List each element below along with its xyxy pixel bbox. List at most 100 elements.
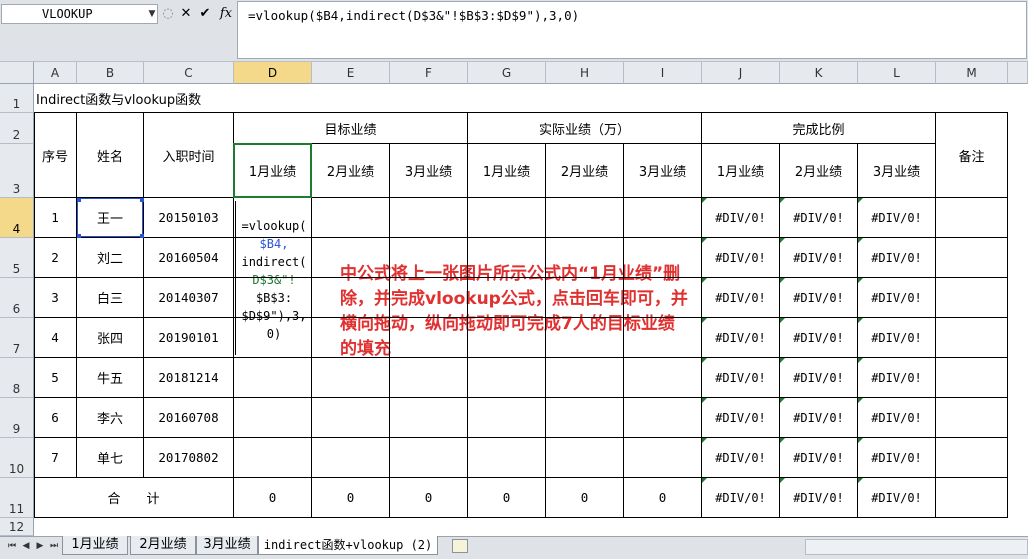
header-month-3[interactable]: 3月业绩	[390, 144, 468, 198]
cell-empty[interactable]	[390, 278, 468, 318]
cell-ratio-error[interactable]: #DIV/0!	[702, 398, 780, 438]
cell-ratio-error[interactable]: #DIV/0!	[858, 318, 936, 358]
selection-handle[interactable]	[140, 198, 144, 202]
cancel-icon[interactable]: ✕	[178, 4, 194, 24]
total-label[interactable]: 合 计	[34, 478, 234, 518]
cell-date[interactable]: 20170802	[144, 438, 234, 478]
total-value[interactable]: 0	[390, 478, 468, 518]
cell-empty[interactable]	[390, 358, 468, 398]
cell-seq[interactable]: 4	[34, 318, 77, 358]
cell-date[interactable]: 20150103	[144, 198, 234, 238]
header-month-4[interactable]: 1月业绩	[468, 144, 546, 198]
header-ratio[interactable]: 完成比例	[702, 113, 936, 144]
cell-empty[interactable]	[390, 438, 468, 478]
total-ratio-error[interactable]: #DIV/0!	[702, 478, 780, 518]
name-box-dropdown-icon[interactable]: ▼	[146, 4, 158, 24]
cell-empty[interactable]	[624, 238, 702, 278]
cell-empty[interactable]	[546, 358, 624, 398]
cell-ratio-error[interactable]: #DIV/0!	[780, 358, 858, 398]
cell-empty[interactable]	[234, 438, 312, 478]
cell-date[interactable]: 20140307	[144, 278, 234, 318]
total-value[interactable]: 0	[546, 478, 624, 518]
cell-seq[interactable]: 1	[34, 198, 77, 238]
sheet-tab-1[interactable]: 1月业绩	[62, 536, 128, 555]
cell-empty[interactable]	[624, 438, 702, 478]
cell-empty[interactable]	[312, 438, 390, 478]
cell-ratio-error[interactable]: #DIV/0!	[858, 398, 936, 438]
cell-ratio-error[interactable]: #DIV/0!	[780, 318, 858, 358]
selection-handle[interactable]	[140, 234, 144, 238]
total-value[interactable]: 0	[234, 478, 312, 518]
cell-ratio-error[interactable]: #DIV/0!	[702, 318, 780, 358]
header-target[interactable]: 目标业绩	[234, 113, 468, 144]
column-header-k[interactable]: K	[780, 62, 858, 84]
column-header-b[interactable]: B	[77, 62, 144, 84]
header-remark[interactable]: 备注	[936, 113, 1008, 198]
row-header-7[interactable]: 7	[0, 318, 34, 358]
row-header-12[interactable]: 12	[0, 518, 34, 536]
cell-empty[interactable]	[546, 438, 624, 478]
total-value[interactable]: 0	[624, 478, 702, 518]
cell-remark[interactable]	[936, 358, 1008, 398]
cell-empty[interactable]	[468, 278, 546, 318]
cell-remark[interactable]	[936, 438, 1008, 478]
column-header-h[interactable]: H	[546, 62, 624, 84]
row-header-9[interactable]: 9	[0, 398, 34, 438]
last-sheet-icon[interactable]: ⏭	[48, 539, 60, 553]
next-sheet-icon[interactable]: ▶	[34, 539, 46, 553]
cell-date[interactable]: 20190101	[144, 318, 234, 358]
row-header-1[interactable]: 1	[0, 84, 34, 113]
cell-empty[interactable]	[546, 278, 624, 318]
cell-empty[interactable]	[468, 438, 546, 478]
prev-sheet-icon[interactable]: ◀	[20, 539, 32, 553]
cell-empty[interactable]	[624, 358, 702, 398]
cell-seq[interactable]: 7	[34, 438, 77, 478]
total-ratio-error[interactable]: #DIV/0!	[858, 478, 936, 518]
cell-empty[interactable]	[546, 398, 624, 438]
cell-remark[interactable]	[936, 278, 1008, 318]
cell-empty[interactable]	[624, 198, 702, 238]
cell-ratio-error[interactable]: #DIV/0!	[702, 438, 780, 478]
sheet-tab-2[interactable]: 2月业绩	[130, 536, 196, 555]
cell-empty[interactable]	[312, 398, 390, 438]
cell-remark[interactable]	[936, 398, 1008, 438]
column-header-m[interactable]: M	[936, 62, 1008, 84]
column-header-c[interactable]: C	[144, 62, 234, 84]
sheet-tab-4[interactable]: indirect函数+vlookup (2)	[258, 536, 438, 555]
row-header-2[interactable]: 2	[0, 113, 34, 144]
cell-seq[interactable]: 3	[34, 278, 77, 318]
select-all-corner[interactable]	[0, 62, 34, 84]
column-header-f[interactable]: F	[390, 62, 468, 84]
total-ratio-error[interactable]: #DIV/0!	[780, 478, 858, 518]
header-actual[interactable]: 实际业绩（万）	[468, 113, 702, 144]
row-header-6[interactable]: 6	[0, 278, 34, 318]
sheet-tab-3[interactable]: 3月业绩	[196, 536, 258, 555]
selected-cell-b4[interactable]	[77, 198, 143, 237]
cell-empty[interactable]	[546, 318, 624, 358]
cell-ratio-error[interactable]: #DIV/0!	[858, 198, 936, 238]
active-cell-d3[interactable]	[233, 143, 312, 198]
cell-remark[interactable]	[936, 238, 1008, 278]
cell-date[interactable]: 20160708	[144, 398, 234, 438]
cell-empty[interactable]	[468, 238, 546, 278]
header-month-9[interactable]: 3月业绩	[858, 144, 936, 198]
cell-ratio-error[interactable]: #DIV/0!	[858, 238, 936, 278]
cell-name[interactable]: 单七	[77, 438, 144, 478]
column-header-j[interactable]: J	[702, 62, 780, 84]
column-header-i[interactable]: I	[624, 62, 702, 84]
row-header-5[interactable]: 5	[0, 238, 34, 278]
cell-empty[interactable]	[546, 198, 624, 238]
row-header-4[interactable]: 4	[0, 198, 34, 238]
cell-empty[interactable]	[234, 278, 312, 318]
cell-empty[interactable]	[624, 398, 702, 438]
row-header-8[interactable]: 8	[0, 358, 34, 398]
cell-remark[interactable]	[936, 198, 1008, 238]
header-month-7[interactable]: 1月业绩	[702, 144, 780, 198]
cell-empty[interactable]	[234, 398, 312, 438]
header-month-8[interactable]: 2月业绩	[780, 144, 858, 198]
cell-empty[interactable]	[468, 198, 546, 238]
cell-ratio-error[interactable]: #DIV/0!	[858, 438, 936, 478]
column-header-l[interactable]: L	[858, 62, 936, 84]
total-remark[interactable]	[936, 478, 1008, 518]
cell-ratio-error[interactable]: #DIV/0!	[858, 278, 936, 318]
